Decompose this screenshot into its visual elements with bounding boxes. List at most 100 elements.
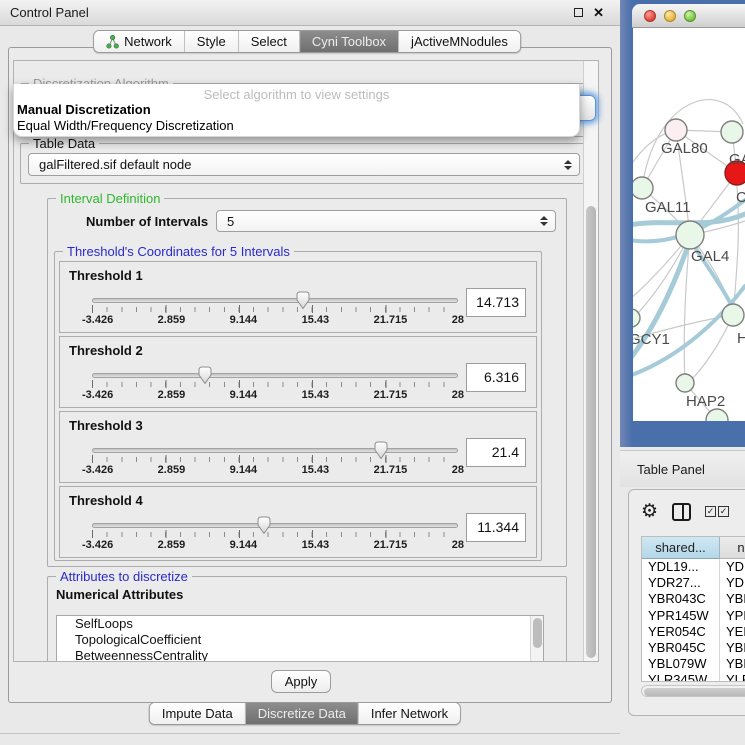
shared-name-cell[interactable]: YBR043C	[642, 591, 720, 607]
settings-scrollbar[interactable]	[583, 61, 598, 661]
name-cell[interactable]: YLR3	[720, 672, 745, 682]
menu-item-equal-width-frequency[interactable]: Equal Width/Frequency Discretization	[17, 118, 234, 133]
name-cell[interactable]: YBR0	[720, 591, 745, 607]
bottom-tab-bar: Impute Data Discretize Data Infer Networ…	[149, 702, 461, 725]
control-panel: Control Panel ✕ Network Style Select Cyn…	[0, 0, 620, 745]
table-data-combo[interactable]: galFiltered.sif default node	[28, 153, 580, 176]
list-item[interactable]: SelfLoops	[57, 616, 543, 632]
tab-jactivemnodules[interactable]: jActiveMNodules	[399, 31, 520, 52]
threshold-value-field[interactable]: 21.4	[466, 438, 526, 467]
network-window-titlebar[interactable]	[632, 4, 745, 28]
slider-track[interactable]	[92, 448, 458, 453]
number-of-intervals-value: 5	[227, 214, 234, 229]
close-icon[interactable]: ✕	[593, 6, 604, 19]
list-scrollbar[interactable]	[530, 616, 543, 662]
list-item[interactable]: TopologicalCoefficient	[57, 632, 543, 648]
select-columns-icon[interactable]: ✓ ✓	[705, 506, 729, 517]
tab-label: Discretize Data	[258, 706, 346, 721]
node-label: HAP2	[686, 393, 725, 410]
network-canvas[interactable]: GAL80 GA C GAL11 GAL4 GCY1 H HAP2	[633, 28, 745, 421]
shared-name-cell[interactable]: YDR27...	[642, 575, 720, 591]
tab-cyni-toolbox[interactable]: Cyni Toolbox	[300, 31, 399, 52]
scale-tick-label: 21.715	[374, 539, 408, 551]
tab-infer-network[interactable]: Infer Network	[359, 703, 460, 724]
threshold-slider[interactable]: -3.4262.8599.14415.4321.71528	[92, 440, 458, 474]
node-h[interactable]	[722, 304, 744, 326]
table-row[interactable]: YLR345WYLR3	[642, 672, 745, 682]
shared-name-cell[interactable]: YBL079W	[642, 656, 720, 672]
table-panel-title: Table Panel	[637, 462, 705, 477]
name-cell[interactable]: YDR2	[720, 575, 745, 591]
slider-scale: -3.4262.8599.14415.4321.71528	[82, 464, 464, 476]
scale-tick-label: 15.43	[302, 464, 330, 476]
tab-network[interactable]: Network	[94, 31, 185, 52]
node-hap2[interactable]	[676, 374, 694, 392]
menu-item-manual-discretization[interactable]: Manual Discretization	[17, 102, 151, 117]
table-row[interactable]: YER054CYER0	[642, 624, 745, 640]
name-cell[interactable]: YER0	[720, 624, 745, 640]
tab-label: Select	[251, 34, 287, 49]
slider-track[interactable]	[92, 373, 458, 378]
node-attribute-table: shared... n YDL19...YDL1YDR27...YDR2YBR0…	[641, 536, 745, 682]
column-header-name[interactable]: n	[720, 537, 745, 559]
shared-name-cell[interactable]: YER054C	[642, 624, 720, 640]
scale-tick-label: -3.426	[82, 389, 113, 401]
zoom-traffic-light-icon[interactable]	[684, 10, 696, 22]
table-row[interactable]: YBR045CYBR0	[642, 640, 745, 656]
node-gal80[interactable]	[665, 119, 687, 141]
close-traffic-light-icon[interactable]	[644, 10, 656, 22]
threshold-panel: Threshold 1-3.4262.8599.14415.4321.71528…	[59, 261, 537, 333]
apply-button[interactable]: Apply	[271, 670, 331, 693]
scale-tick-label: 28	[452, 464, 464, 476]
tab-label: Style	[197, 34, 226, 49]
name-cell[interactable]: YPR1	[720, 608, 745, 624]
threshold-value-field[interactable]: 6.316	[466, 363, 526, 392]
tab-discretize-data[interactable]: Discretize Data	[246, 703, 359, 724]
node-label: GAL4	[691, 248, 729, 265]
slider-track[interactable]	[92, 523, 458, 528]
slider-major-ticks	[92, 380, 458, 388]
table-data-group: Table Data galFiltered.sif default node	[20, 143, 587, 184]
shared-name-cell[interactable]: YBR045C	[642, 640, 720, 656]
table-panel-toolbar: ⚙ ✓ ✓	[641, 502, 729, 521]
numerical-attributes-list: SelfLoops TopologicalCoefficient Between…	[56, 615, 544, 662]
tab-select[interactable]: Select	[239, 31, 300, 52]
table-row[interactable]: YDL19...YDL1	[642, 559, 745, 575]
threshold-label: Threshold 4	[69, 493, 143, 508]
minimize-traffic-light-icon[interactable]	[664, 10, 676, 22]
table-row[interactable]: YBL079WYBL0	[642, 656, 745, 672]
node-gal4[interactable]	[676, 221, 704, 249]
column-header-shared-name[interactable]: shared...	[642, 537, 720, 559]
threshold-value-field[interactable]: 11.344	[466, 513, 526, 542]
shared-name-cell[interactable]: YPR145W	[642, 608, 720, 624]
scale-tick-label: 15.43	[302, 314, 330, 326]
float-window-icon[interactable]	[574, 8, 583, 17]
scale-tick-label: -3.426	[82, 314, 113, 326]
algorithm-popup: Select algorithm to view settings Manual…	[13, 84, 580, 137]
shared-name-cell[interactable]: YLR345W	[642, 672, 720, 682]
table-row[interactable]: YBR043CYBR0	[642, 591, 745, 607]
name-cell[interactable]: YDL1	[720, 559, 745, 575]
threshold-slider[interactable]: -3.4262.8599.14415.4321.71528	[92, 290, 458, 324]
split-columns-icon[interactable]	[672, 503, 691, 521]
threshold-slider[interactable]: -3.4262.8599.14415.4321.71528	[92, 365, 458, 399]
name-cell[interactable]: YBR0	[720, 640, 745, 656]
number-of-intervals-combo[interactable]: 5	[216, 210, 556, 232]
table-horizontal-scrollbar[interactable]	[641, 685, 745, 697]
node-gal11[interactable]	[633, 177, 653, 199]
slider-track[interactable]	[92, 298, 458, 303]
list-item[interactable]: BetweennessCentrality	[57, 648, 543, 662]
tab-impute-data[interactable]: Impute Data	[150, 703, 246, 724]
table-row[interactable]: YPR145WYPR1	[642, 608, 745, 624]
tab-style[interactable]: Style	[185, 31, 239, 52]
settings-gear-icon[interactable]: ⚙	[641, 502, 658, 521]
thresholds-group-label: Threshold's Coordinates for 5 Intervals	[63, 244, 294, 259]
slider-major-ticks	[92, 305, 458, 313]
scale-tick-label: 2.859	[158, 464, 186, 476]
name-cell[interactable]: YBL0	[720, 656, 745, 672]
shared-name-cell[interactable]: YDL19...	[642, 559, 720, 575]
node-ga[interactable]	[721, 121, 743, 143]
threshold-slider[interactable]: -3.4262.8599.14415.4321.71528	[92, 515, 458, 549]
table-row[interactable]: YDR27...YDR2	[642, 575, 745, 591]
threshold-value-field[interactable]: 14.713	[466, 288, 526, 317]
